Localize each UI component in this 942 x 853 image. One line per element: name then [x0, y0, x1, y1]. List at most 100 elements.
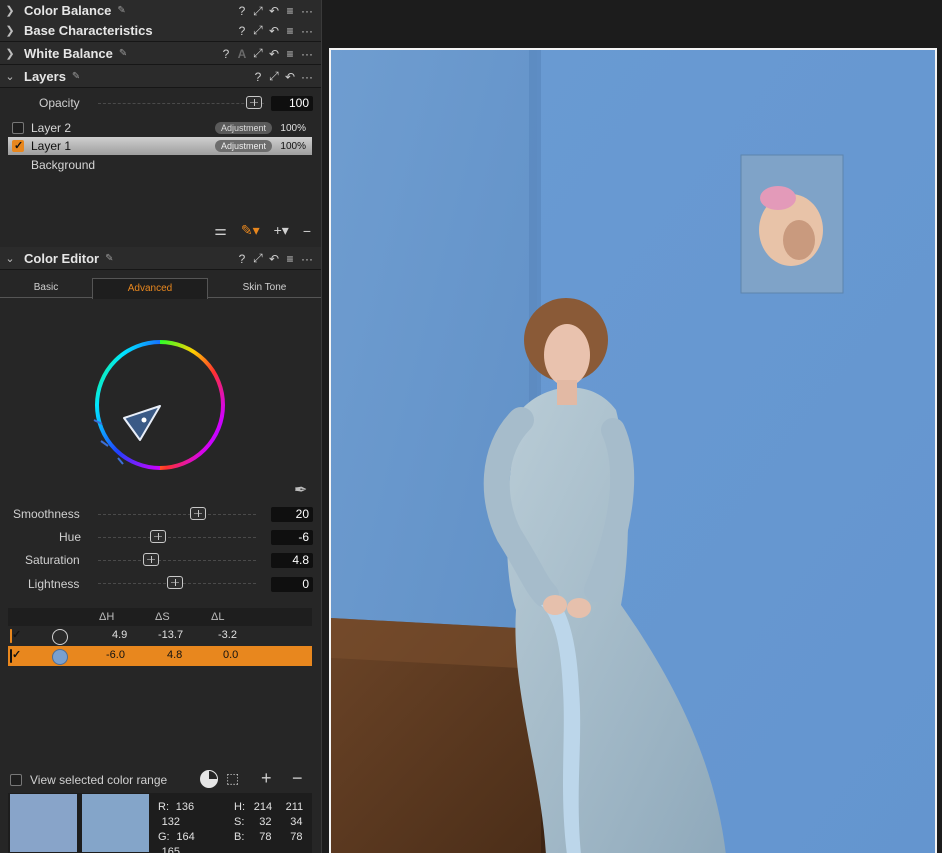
tool-title: Color Balance	[24, 3, 112, 18]
layer-adjust-icon[interactable]: ⚌	[214, 222, 227, 239]
color-swatch[interactable]	[52, 649, 68, 665]
eyedropper-icon[interactable]: ✒	[294, 480, 307, 500]
smoothness-slider-handle[interactable]	[190, 507, 206, 520]
smoothness-track[interactable]	[98, 514, 256, 515]
bright-label: B:	[234, 831, 245, 843]
pie-mask-icon[interactable]	[200, 770, 218, 788]
presets-icon[interactable]: ≡	[285, 47, 295, 61]
chevron-right-icon[interactable]: ❯	[0, 24, 20, 37]
auto-icon[interactable]: A	[237, 47, 247, 61]
tool-header-base-characteristics[interactable]: ❯ Base Characteristics ? ⤢ ↶ ≡ ···	[0, 19, 321, 42]
color-readout: R: 136 132 G: 164 165 B: 201 201 H: 214 …	[8, 793, 312, 853]
s-label: S:	[234, 816, 245, 828]
tool-title: Layers	[24, 68, 66, 84]
opacity-slider-handle[interactable]	[246, 96, 262, 109]
color-wheel[interactable]	[88, 336, 238, 476]
tool-header-white-balance[interactable]: ❯ White Balance ✎ ? A ⤢ ↶ ≡ ···	[0, 42, 321, 65]
presets-icon[interactable]: ≡	[285, 4, 295, 18]
copy-apply-icon[interactable]: ⤢	[253, 251, 263, 266]
saturation-track[interactable]	[98, 560, 256, 561]
lightness-slider-handle[interactable]	[167, 576, 183, 589]
saturation-value[interactable]: 4.8	[271, 553, 313, 568]
copy-apply-icon[interactable]: ⤢	[269, 69, 279, 84]
lightness-value[interactable]: 0	[271, 577, 313, 592]
chevron-down-icon[interactable]: ⌄	[0, 70, 20, 83]
layer-visibility-checkbox[interactable]	[12, 122, 24, 134]
layer-row[interactable]: Layer 2 Adjustment 100%	[8, 119, 312, 137]
tool-header-color-editor[interactable]: ⌄ Color Editor ✎ ? ⤢ ↶ ≡ ···	[0, 247, 321, 270]
g-label: G:	[158, 831, 170, 843]
header-controls: ? ⤢ ↶ ≡ ···	[237, 247, 313, 270]
picker-icon[interactable]: ✎	[119, 48, 127, 59]
layer-visibility-checkbox[interactable]	[12, 139, 24, 152]
row-ds: 4.8	[167, 649, 183, 661]
more-icon[interactable]: ···	[301, 70, 313, 84]
photo-illustration	[331, 50, 935, 853]
tool-title: White Balance	[24, 45, 113, 61]
reset-icon[interactable]: ↶	[269, 24, 279, 38]
reset-icon[interactable]: ↶	[269, 47, 279, 61]
reset-icon[interactable]: ↶	[269, 4, 279, 18]
chevron-right-icon[interactable]: ❯	[0, 47, 20, 60]
smoothness-label: Smoothness	[13, 507, 80, 521]
copy-apply-icon[interactable]: ⤢	[253, 4, 263, 19]
tab-basic[interactable]: Basic	[0, 278, 92, 298]
h-label: H:	[234, 801, 245, 813]
layer-opacity: 100%	[280, 122, 306, 134]
photo[interactable]	[329, 48, 937, 853]
color-swatch[interactable]	[52, 629, 68, 645]
tool-header-layers[interactable]: ⌄ Layers ✎ ? ⤢ ↶ ···	[0, 65, 321, 88]
more-icon[interactable]: ···	[301, 4, 313, 18]
opacity-track[interactable]	[98, 103, 264, 104]
hue-slider-handle[interactable]	[150, 530, 166, 543]
saturation-slider-handle[interactable]	[143, 553, 159, 566]
chevron-right-icon[interactable]: ❯	[0, 4, 20, 17]
more-icon[interactable]: ···	[301, 252, 313, 266]
help-icon[interactable]: ?	[237, 4, 247, 18]
color-range-row[interactable]: 4.9 -13.7 -3.2	[8, 626, 312, 646]
layer-toolbar: ⚌ ✎▾ +▾ −	[214, 222, 311, 239]
remove-layer-icon[interactable]: −	[303, 223, 311, 239]
add-layer-icon[interactable]: +▾	[274, 222, 289, 239]
image-viewer[interactable]	[322, 0, 942, 853]
row-dh: -6.0	[106, 649, 125, 661]
view-range-checkbox[interactable]	[10, 774, 22, 786]
picker-icon[interactable]: ✎	[72, 71, 80, 82]
help-icon[interactable]: ?	[237, 24, 247, 38]
chevron-down-icon[interactable]: ⌄	[0, 252, 20, 265]
add-range-icon[interactable]: +	[261, 768, 272, 789]
presets-icon[interactable]: ≡	[285, 252, 295, 266]
hue-value[interactable]: -6	[271, 530, 313, 545]
copy-apply-icon[interactable]: ⤢	[253, 46, 263, 61]
layer-opacity: 100%	[280, 140, 306, 152]
help-icon[interactable]: ?	[221, 47, 231, 61]
selection-tool-icon[interactable]: ⬚	[226, 770, 239, 787]
copy-apply-icon[interactable]: ⤢	[253, 23, 263, 38]
tool-panel: ❯ Color Balance ✎ ? ⤢ ↶ ≡ ··· ❯ Base Cha…	[0, 0, 322, 853]
picker-icon[interactable]: ✎	[105, 253, 113, 264]
more-icon[interactable]: ···	[301, 24, 313, 38]
row-enable-checkbox[interactable]	[10, 629, 12, 643]
help-icon[interactable]: ?	[237, 252, 247, 266]
reset-icon[interactable]: ↶	[269, 252, 279, 266]
tab-skin-tone[interactable]: Skin Tone	[208, 278, 321, 298]
more-icon[interactable]: ···	[301, 47, 313, 61]
hue-track[interactable]	[98, 537, 256, 538]
color-range-selector[interactable]	[123, 405, 161, 441]
presets-icon[interactable]: ≡	[285, 24, 295, 38]
brush-icon[interactable]: ✎▾	[241, 222, 260, 239]
layer-row-background[interactable]: Background	[8, 156, 312, 174]
color-range-row-selected[interactable]: -6.0 4.8 0.0	[8, 646, 312, 666]
remove-range-icon[interactable]: −	[292, 768, 303, 789]
help-icon[interactable]: ?	[253, 70, 263, 84]
row-enable-checkbox[interactable]	[10, 649, 12, 663]
lightness-label: Lightness	[28, 577, 80, 591]
layer-row-selected[interactable]: Layer 1 Adjustment 100%	[8, 137, 312, 155]
color-editor-tabs: Basic Advanced Skin Tone	[0, 278, 321, 299]
tab-advanced[interactable]: Advanced	[92, 278, 208, 299]
smoothness-value[interactable]: 20	[271, 507, 313, 522]
reset-icon[interactable]: ↶	[285, 70, 295, 84]
picker-icon[interactable]: ✎	[117, 5, 125, 16]
opacity-value[interactable]: 100	[271, 96, 313, 111]
r-after: 132	[161, 816, 180, 828]
